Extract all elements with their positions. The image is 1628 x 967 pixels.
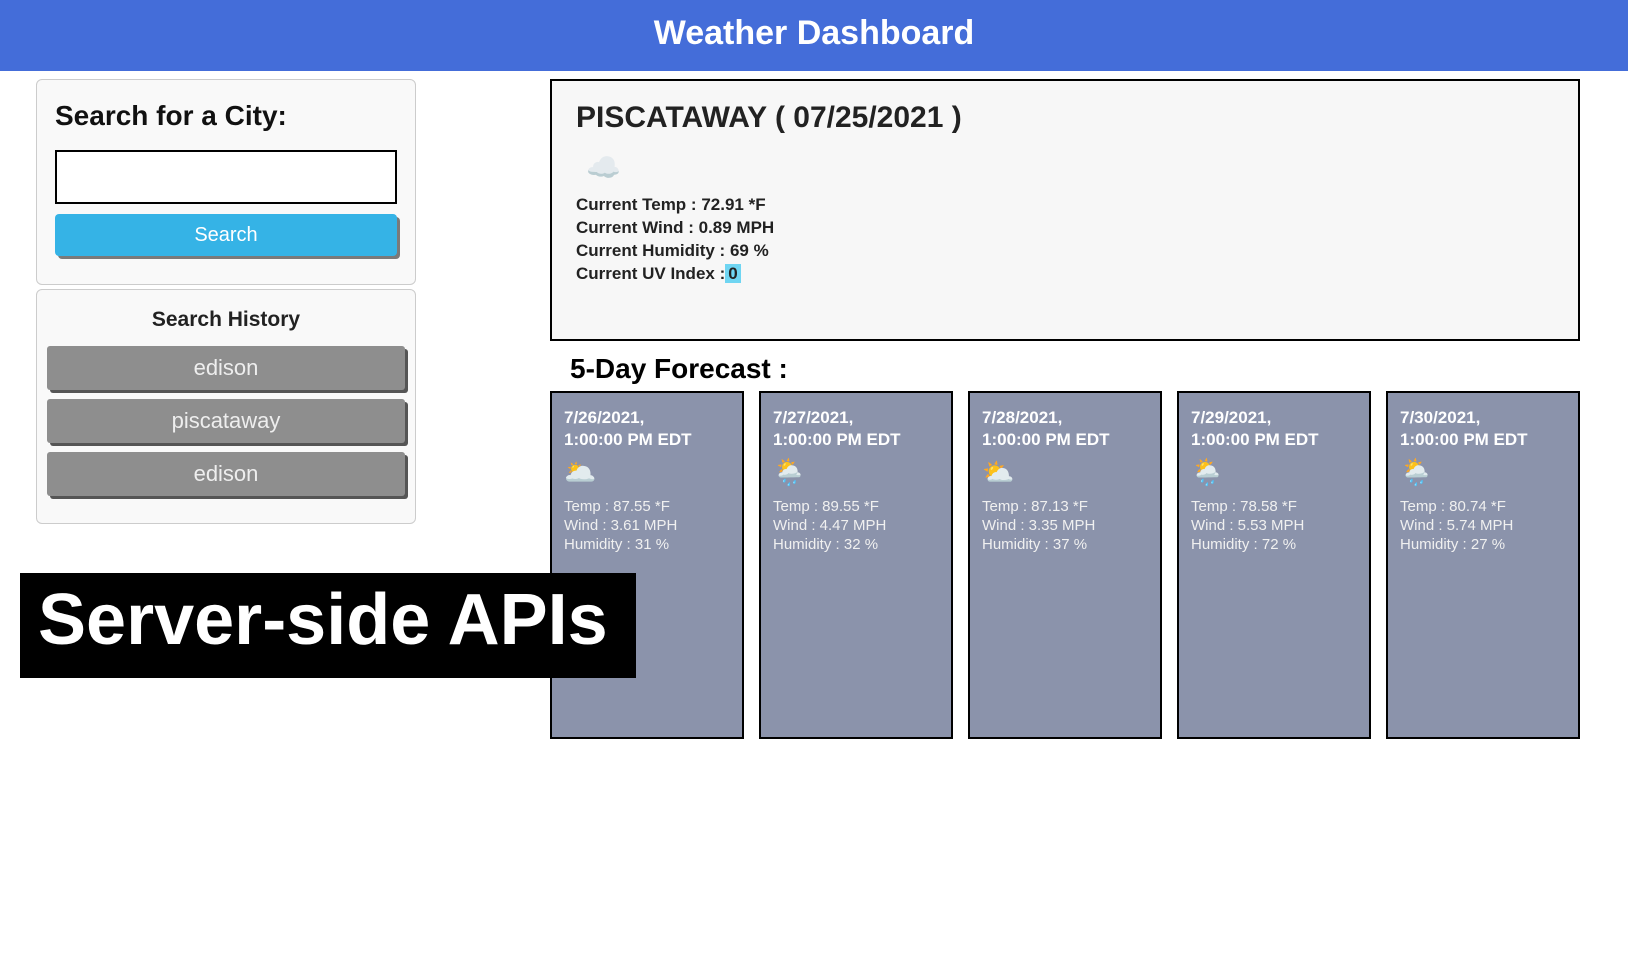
forecast-humidity: Humidity : 37 % <box>982 536 1148 553</box>
forecast-wind: Wind : 5.74 MPH <box>1400 517 1566 534</box>
search-panel: Search for a City: Search <box>36 79 416 285</box>
forecast-date: 7/30/2021, 1:00:00 PM EDT <box>1400 407 1566 451</box>
forecast-card: 7/27/2021, 1:00:00 PM EDT 🌦️ Temp : 89.5… <box>759 391 953 739</box>
forecast-title: 5-Day Forecast : <box>570 353 1580 385</box>
current-uv: Current UV Index :0 <box>576 264 1562 284</box>
forecast-card: 7/28/2021, 1:00:00 PM EDT ⛅ Temp : 87.13… <box>968 391 1162 739</box>
weather-icon: 🌥️ <box>564 457 730 488</box>
app-title: Weather Dashboard <box>654 14 975 52</box>
forecast-wind: Wind : 3.35 MPH <box>982 517 1148 534</box>
city-search-input[interactable] <box>55 150 397 204</box>
forecast-date: 7/28/2021, 1:00:00 PM EDT <box>982 407 1148 451</box>
history-panel: Search History edison piscataway edison <box>36 289 416 524</box>
forecast-date-line2: 1:00:00 PM EDT <box>564 430 692 449</box>
current-humidity: Current Humidity : 69 % <box>576 241 1562 261</box>
forecast-date-line2: 1:00:00 PM EDT <box>982 430 1110 449</box>
current-uv-label: Current UV Index : <box>576 264 725 283</box>
forecast-temp: Temp : 87.55 *F <box>564 498 730 515</box>
history-item[interactable]: edison <box>47 452 405 496</box>
search-title: Search for a City: <box>55 100 397 132</box>
forecast-date: 7/29/2021, 1:00:00 PM EDT <box>1191 407 1357 451</box>
current-humidity-value: 69 % <box>730 241 769 260</box>
forecast-card: 7/26/2021, 1:00:00 PM EDT 🌥️ Temp : 87.5… <box>550 391 744 739</box>
current-temp-value: 72.91 *F <box>701 195 765 214</box>
forecast-date-line1: 7/26/2021, <box>564 408 644 427</box>
current-temp-label: Current Temp : <box>576 195 701 214</box>
current-wind-label: Current Wind : <box>576 218 699 237</box>
forecast-date-line1: 7/27/2021, <box>773 408 853 427</box>
current-wind-value: 0.89 MPH <box>699 218 775 237</box>
forecast-date-line2: 1:00:00 PM EDT <box>1400 430 1528 449</box>
forecast-date-line1: 7/28/2021, <box>982 408 1062 427</box>
current-city-date: PISCATAWAY ( 07/25/2021 ) <box>576 101 1562 135</box>
forecast-humidity: Humidity : 31 % <box>564 536 730 553</box>
weather-icon: 🌦️ <box>1400 457 1566 488</box>
forecast-temp: Temp : 87.13 *F <box>982 498 1148 515</box>
forecast-card: 7/30/2021, 1:00:00 PM EDT 🌦️ Temp : 80.7… <box>1386 391 1580 739</box>
forecast-humidity: Humidity : 32 % <box>773 536 939 553</box>
forecast-date-line1: 7/29/2021, <box>1191 408 1271 427</box>
current-wind: Current Wind : 0.89 MPH <box>576 218 1562 238</box>
forecast-humidity: Humidity : 72 % <box>1191 536 1357 553</box>
forecast-temp: Temp : 80.74 *F <box>1400 498 1566 515</box>
history-title: Search History <box>47 308 405 332</box>
current-humidity-label: Current Humidity : <box>576 241 730 260</box>
history-item[interactable]: edison <box>47 346 405 390</box>
weather-icon: ⛅ <box>982 457 1148 488</box>
forecast-date-line2: 1:00:00 PM EDT <box>1191 430 1319 449</box>
forecast-wind: Wind : 4.47 MPH <box>773 517 939 534</box>
history-item[interactable]: piscataway <box>47 399 405 443</box>
forecast-date-line1: 7/30/2021, <box>1400 408 1480 427</box>
current-uv-value: 0 <box>725 264 740 283</box>
weather-icon: 🌦️ <box>1191 457 1357 488</box>
forecast-wind: Wind : 3.61 MPH <box>564 517 730 534</box>
main-content: PISCATAWAY ( 07/25/2021 ) ☁️ Current Tem… <box>550 79 1580 739</box>
forecast-date: 7/27/2021, 1:00:00 PM EDT <box>773 407 939 451</box>
forecast-humidity: Humidity : 27 % <box>1400 536 1566 553</box>
current-weather-panel: PISCATAWAY ( 07/25/2021 ) ☁️ Current Tem… <box>550 79 1580 341</box>
weather-icon: 🌦️ <box>773 457 939 488</box>
forecast-date: 7/26/2021, 1:00:00 PM EDT <box>564 407 730 451</box>
forecast-wind: Wind : 5.53 MPH <box>1191 517 1357 534</box>
app-header: Weather Dashboard <box>0 0 1628 71</box>
forecast-row: 7/26/2021, 1:00:00 PM EDT 🌥️ Temp : 87.5… <box>550 391 1580 739</box>
forecast-card: 7/29/2021, 1:00:00 PM EDT 🌦️ Temp : 78.5… <box>1177 391 1371 739</box>
forecast-temp: Temp : 89.55 *F <box>773 498 939 515</box>
forecast-temp: Temp : 78.58 *F <box>1191 498 1357 515</box>
overlay-caption: Server-side APIs <box>20 573 636 678</box>
current-temp: Current Temp : 72.91 *F <box>576 195 1562 215</box>
search-button[interactable]: Search <box>55 214 397 256</box>
cloud-icon: ☁️ <box>586 151 621 184</box>
forecast-date-line2: 1:00:00 PM EDT <box>773 430 901 449</box>
